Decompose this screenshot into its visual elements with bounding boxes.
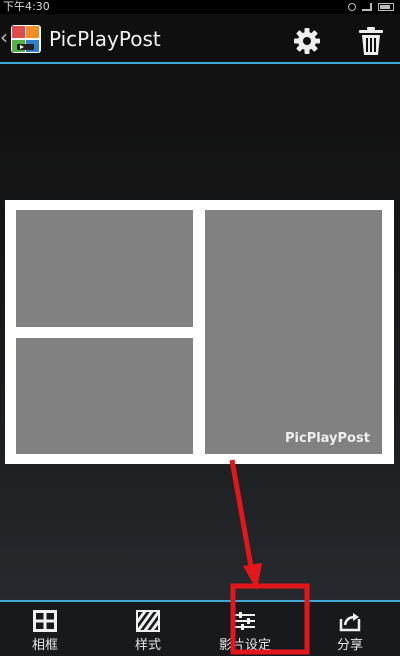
signal-icon xyxy=(362,3,372,11)
status-icons xyxy=(348,0,394,14)
share-tab-label: 分享 xyxy=(336,638,363,653)
trash-icon[interactable] xyxy=(357,26,385,56)
bottom-toolbar: 相框 样式 影片设定 分享 xyxy=(0,600,400,656)
status-bar: 下午4:30 xyxy=(0,0,400,14)
collage-cell-right[interactable] xyxy=(205,210,382,454)
video-settings-tab-label: 影片设定 xyxy=(218,638,271,653)
gear-icon[interactable] xyxy=(292,26,322,56)
app-screen: 下午4:30 ‹ PicPlayPost PicPlayPost 相框 样式 影… xyxy=(0,0,400,656)
chevron-left-icon[interactable]: ‹ xyxy=(0,27,8,47)
frame-tab-label: 相框 xyxy=(31,638,58,653)
alarm-icon xyxy=(348,3,356,11)
grid-frame-icon xyxy=(33,610,57,632)
style-tab[interactable]: 样式 xyxy=(103,602,193,656)
battery-icon xyxy=(378,3,394,11)
status-time: 下午4:30 xyxy=(3,0,50,13)
collage-cell-top-left[interactable] xyxy=(16,210,193,327)
sliders-icon xyxy=(235,612,255,630)
annotation-arrowhead xyxy=(243,563,262,590)
video-settings-tab[interactable]: 影片设定 xyxy=(200,602,290,656)
collage-preview[interactable]: PicPlayPost xyxy=(5,200,394,464)
action-bar: ‹ PicPlayPost xyxy=(0,14,400,64)
frame-tab[interactable]: 相框 xyxy=(0,602,90,656)
app-logo-icon[interactable] xyxy=(11,25,41,53)
style-tab-label: 样式 xyxy=(134,638,161,653)
collage-cell-bottom-left[interactable] xyxy=(16,338,193,454)
annotation-arrow xyxy=(229,459,255,573)
watermark-label: PicPlayPost xyxy=(285,431,370,446)
app-title: PicPlayPost xyxy=(49,27,161,51)
striped-pattern-icon xyxy=(136,610,160,632)
share-icon xyxy=(339,613,361,632)
share-tab[interactable]: 分享 xyxy=(305,602,395,656)
